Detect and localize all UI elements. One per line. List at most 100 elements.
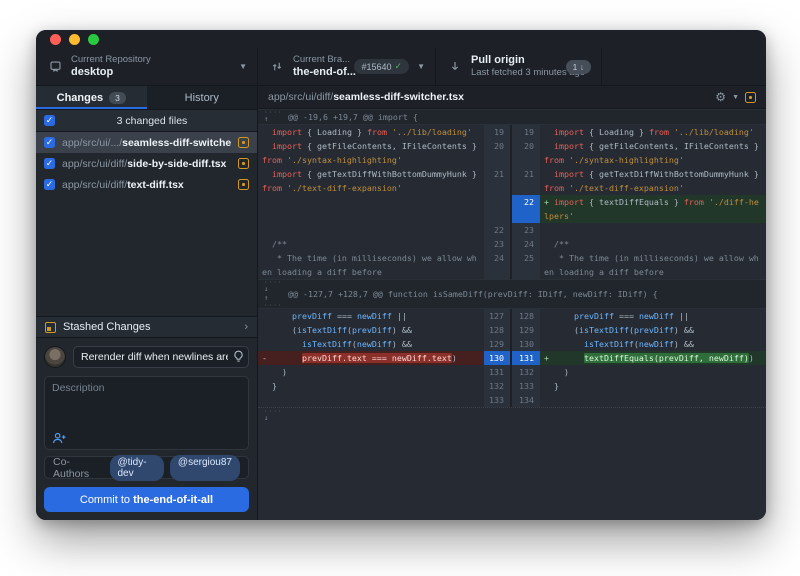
diff-new-code: isTextDiff(newDiff) &&	[540, 337, 766, 351]
new-line-number[interactable]: 130	[512, 337, 540, 351]
diff-new-code: + textDiffEquals(prevDiff, newDiff))	[540, 351, 766, 365]
file-checkbox[interactable]: ✓	[44, 137, 55, 148]
expand-down-icon[interactable]: ↓	[264, 285, 268, 294]
commit-button[interactable]: Commit to the-end-of-it-all	[44, 487, 249, 512]
expand-down-icon[interactable]: ↓	[264, 414, 268, 423]
commit-description-input[interactable]	[52, 382, 241, 432]
commit-summary-input[interactable]	[73, 346, 249, 368]
diff-old-code: * The time (in milliseconds) we allow wh…	[258, 251, 484, 279]
old-line-number[interactable]: 21	[484, 167, 512, 195]
diff-new-code: import { getTextDiffWithBottomDummyHunk …	[540, 167, 766, 195]
diff-row: isTextDiff(newDiff) &&129130 isTextDiff(…	[258, 337, 766, 351]
add-coauthor-icon[interactable]	[52, 432, 68, 444]
new-line-number[interactable]: 24	[512, 237, 540, 251]
new-line-number[interactable]: 132	[512, 365, 540, 379]
coauthor-pill[interactable]: @sergiou87	[170, 455, 240, 481]
diff-file-header: app/src/ui/diff/seamless-diff-switcher.t…	[258, 86, 766, 109]
tab-changes[interactable]: Changes 3	[36, 86, 147, 109]
pr-badge[interactable]: #15640 ✓	[354, 59, 409, 74]
tab-history-label: History	[185, 92, 219, 104]
diff-body: ····↑@@ -19,6 +19,7 @@ import { import {…	[258, 109, 766, 520]
diff-file-path: app/src/ui/diff/	[268, 91, 333, 103]
old-line-number[interactable]	[484, 195, 512, 223]
new-line-number[interactable]: 19	[512, 125, 540, 139]
pull-count-badge: 1 ↓	[566, 60, 591, 74]
diff-options-gear-icon[interactable]: ⚙	[715, 90, 726, 104]
diff-new-code: )	[540, 365, 766, 379]
current-branch-dropdown[interactable]: Current Bra... the-end-of... #15640 ✓ ▼	[258, 48, 436, 85]
diff-new-code: prevDiff === newDiff ||	[540, 309, 766, 323]
diff-new-code: }	[540, 379, 766, 393]
branch-icon	[268, 60, 286, 73]
lightbulb-icon[interactable]	[233, 350, 244, 363]
file-checkbox[interactable]: ✓	[44, 158, 55, 169]
diff-old-code: )	[258, 365, 484, 379]
old-line-number[interactable]: 131	[484, 365, 512, 379]
diff-options-caret-icon[interactable]: ▼	[732, 94, 739, 101]
diff-old-code: }	[258, 379, 484, 393]
changed-file-list: ✓app/src/ui/.../seamless-diff-switcher.t…	[36, 132, 257, 195]
sidebar-spacer	[36, 195, 257, 316]
new-line-number[interactable]: 131	[512, 351, 540, 365]
pull-origin-button[interactable]: Pull origin Last fetched 3 minutes ago 1…	[436, 48, 602, 85]
commit-description-box	[44, 376, 249, 450]
expand-hunk-control[interactable]: ····↑	[258, 110, 288, 124]
old-line-number[interactable]: 129	[484, 337, 512, 351]
commit-button-branch: the-end-of-it-all	[133, 494, 213, 506]
new-line-number[interactable]: 22	[512, 195, 540, 223]
pull-label: Pull origin	[471, 54, 558, 67]
diff-row: }132133 }	[258, 379, 766, 393]
stashed-changes-label: Stashed Changes	[63, 321, 150, 333]
coauthors-label: Co-Authors	[53, 456, 104, 480]
new-line-number[interactable]: 25	[512, 251, 540, 279]
expand-up-icon[interactable]: ↑	[264, 115, 268, 124]
diff-new-code: (isTextDiff(prevDiff) &&	[540, 323, 766, 337]
diff-old-code: (isTextDiff(prevDiff) &&	[258, 323, 484, 337]
commit-button-prefix: Commit to	[80, 494, 133, 506]
changes-count-badge: 3	[109, 92, 126, 104]
new-line-number[interactable]: 129	[512, 323, 540, 337]
file-checkbox[interactable]: ✓	[44, 179, 55, 190]
new-line-number[interactable]: 128	[512, 309, 540, 323]
old-line-number[interactable]: 127	[484, 309, 512, 323]
old-line-number[interactable]: 130	[484, 351, 512, 365]
new-line-number[interactable]: 20	[512, 139, 540, 167]
file-row[interactable]: ✓ app/src/ui/diff/text-diff.tsx	[36, 174, 257, 195]
old-line-number[interactable]: 20	[484, 139, 512, 167]
expand-hunk-control[interactable]: ····↓	[258, 409, 288, 423]
diff-row: )131132 )	[258, 365, 766, 379]
current-repository-dropdown[interactable]: Current Repository desktop ▼	[36, 48, 258, 85]
file-label: app/src/ui/diff/text-diff.tsx	[62, 179, 231, 191]
pull-sublabel: Last fetched 3 minutes ago	[471, 67, 558, 79]
stashed-changes-row[interactable]: Stashed Changes ›	[36, 316, 257, 338]
new-line-number[interactable]: 134	[512, 393, 540, 407]
diff-new-code: /**	[540, 237, 766, 251]
file-row[interactable]: ✓app/src/ui/.../seamless-diff-switcher.t…	[36, 132, 257, 153]
diff-row: 133134	[258, 393, 766, 407]
old-line-number[interactable]: 24	[484, 251, 512, 279]
branch-name: the-end-of...	[293, 66, 346, 79]
new-line-number[interactable]: 133	[512, 379, 540, 393]
select-all-checkbox[interactable]: ✓	[44, 115, 55, 126]
old-line-number[interactable]: 132	[484, 379, 512, 393]
diff-row: /**2324 /**	[258, 237, 766, 251]
zoom-window-button[interactable]	[88, 34, 99, 45]
tab-history[interactable]: History	[147, 86, 258, 109]
minimize-window-button[interactable]	[69, 34, 80, 45]
old-line-number[interactable]: 133	[484, 393, 512, 407]
diff-row: * The time (in milliseconds) we allow wh…	[258, 251, 766, 279]
diff-new-code	[540, 223, 766, 237]
expand-hunk-control[interactable]: ····↓↑····	[258, 280, 288, 308]
old-line-number[interactable]: 19	[484, 125, 512, 139]
pr-number: #15640	[361, 62, 391, 72]
old-line-number[interactable]: 128	[484, 323, 512, 337]
close-window-button[interactable]	[50, 34, 61, 45]
old-line-number[interactable]: 23	[484, 237, 512, 251]
old-line-number[interactable]: 22	[484, 223, 512, 237]
hunk-header-text: @@ -127,7 +128,7 @@ function isSameDiff(…	[288, 287, 658, 301]
coauthor-pill[interactable]: @tidy-dev	[110, 455, 164, 481]
diff-row: import { getFileContents, IFileContents …	[258, 139, 766, 167]
new-line-number[interactable]: 21	[512, 167, 540, 195]
new-line-number[interactable]: 23	[512, 223, 540, 237]
file-row[interactable]: ✓app/src/ui/diff/side-by-side-diff.tsx	[36, 153, 257, 174]
